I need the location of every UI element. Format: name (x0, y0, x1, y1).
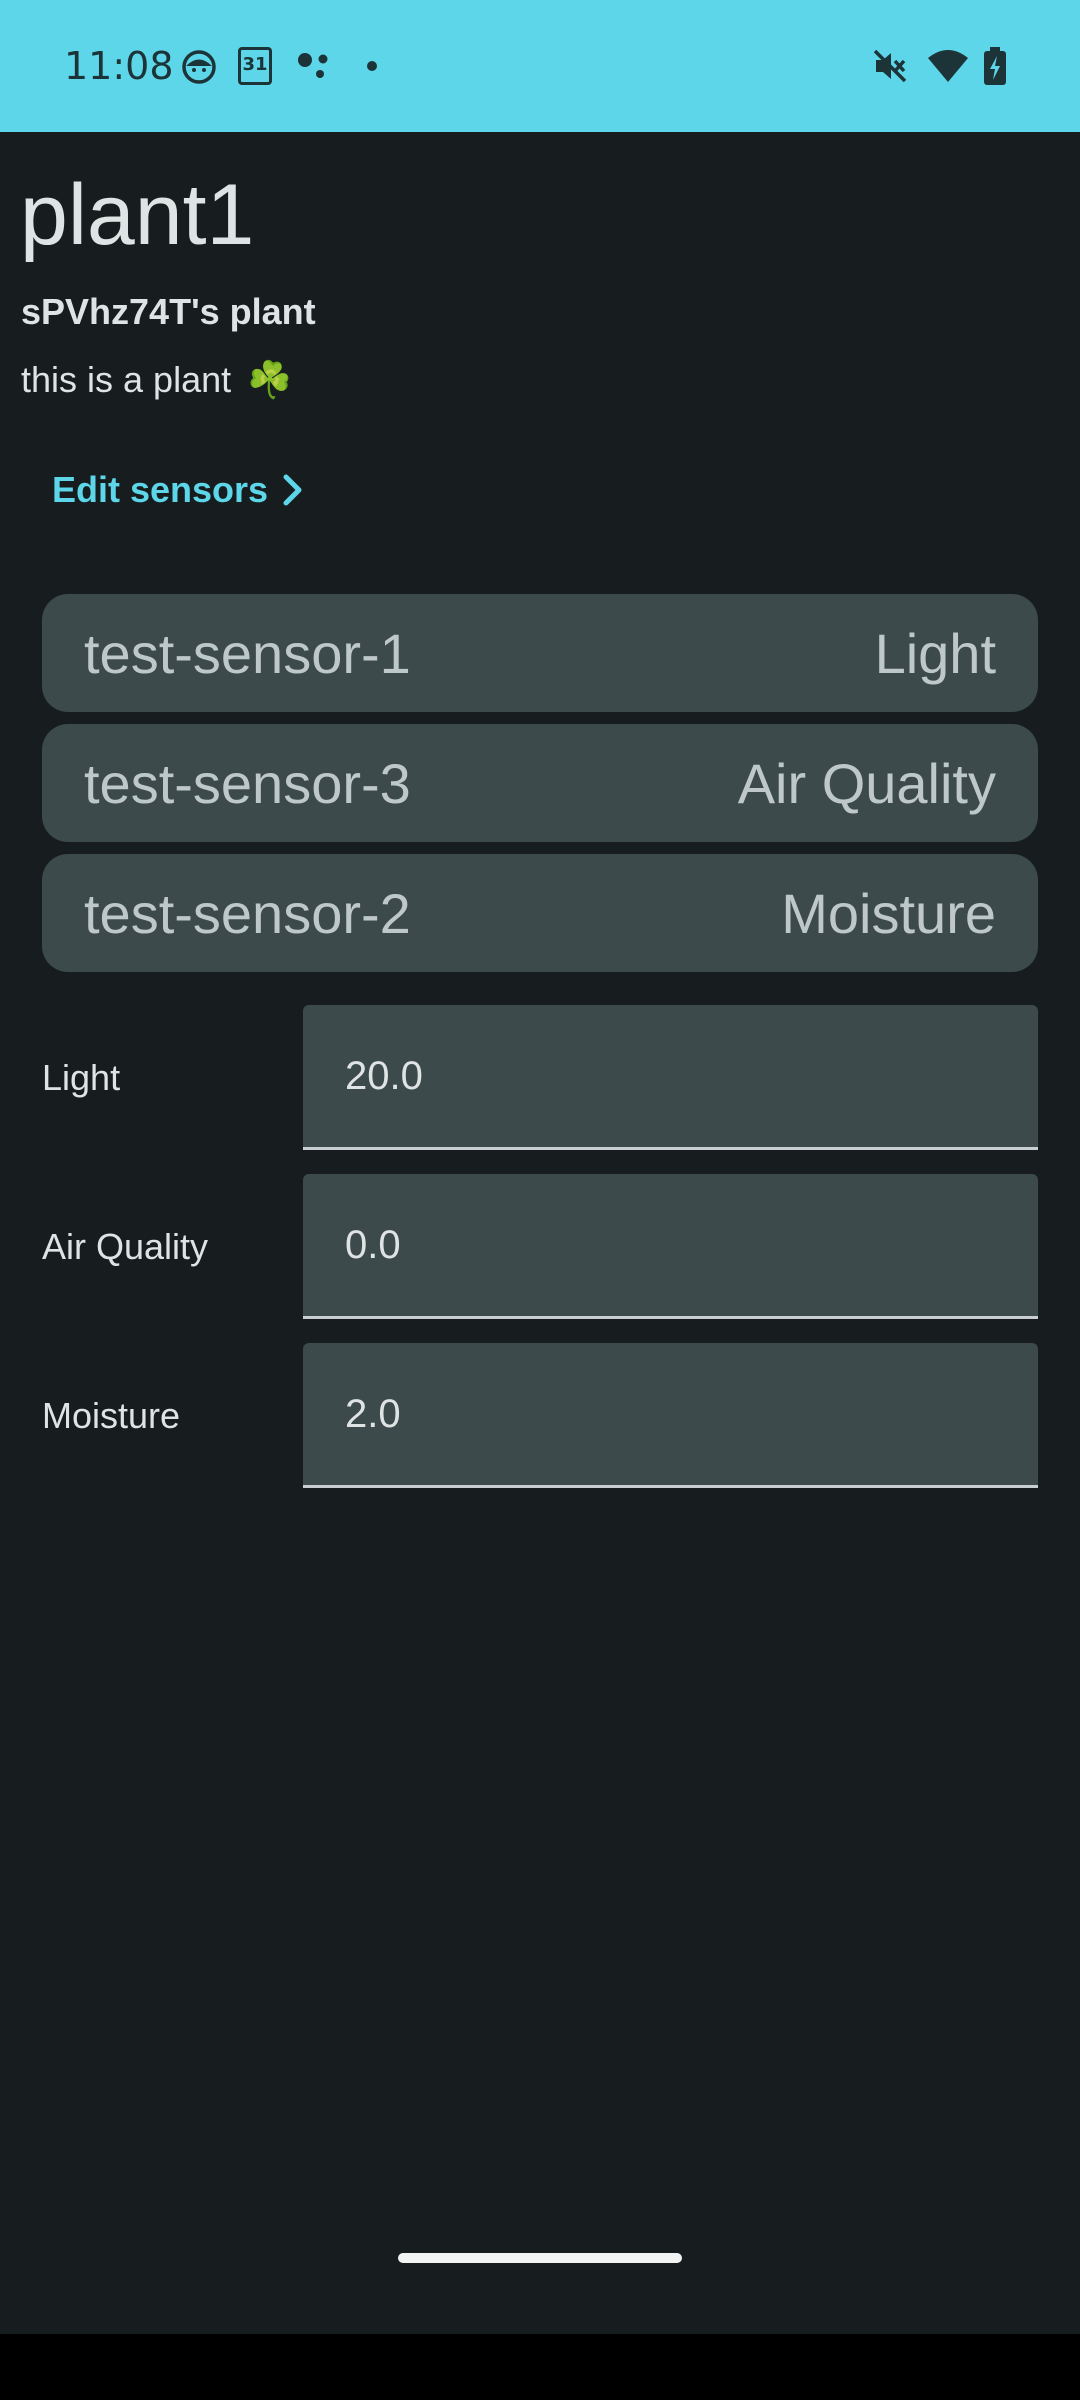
sensor-readings: Light 20.0 Air Quality 0.0 Moisture 2.0 (42, 1005, 1038, 1512)
notification-dot-icon (367, 61, 377, 71)
assistant-dots-icon (298, 53, 328, 78)
mute-icon (873, 49, 907, 83)
reading-row-air-quality: Air Quality 0.0 (42, 1174, 1038, 1319)
reading-label: Moisture (42, 1394, 181, 1436)
calendar-day: 31 (242, 54, 268, 75)
edit-sensors-button[interactable]: Edit sensors (40, 454, 316, 526)
face-icon (182, 50, 216, 84)
home-gesture-handle[interactable] (398, 2253, 682, 2263)
calendar-icon: 31 (238, 47, 272, 85)
sensor-card[interactable]: test-sensor-1 Light (42, 594, 1038, 712)
reading-value: 0.0 (345, 1222, 401, 1267)
sensor-id: test-sensor-2 (84, 881, 411, 945)
navigation-bar (0, 2334, 1080, 2400)
sensor-type: Air Quality (737, 751, 996, 815)
plant-description-text: this is a plant (21, 359, 232, 400)
reading-label: Air Quality (42, 1225, 209, 1267)
status-time: 11:08 (64, 44, 174, 88)
reading-row-light: Light 20.0 (42, 1005, 1038, 1150)
sensor-list: test-sensor-1 Light test-sensor-3 Air Qu… (42, 594, 1038, 984)
reading-row-moisture: Moisture 2.0 (42, 1343, 1038, 1488)
sensor-card[interactable]: test-sensor-3 Air Quality (42, 724, 1038, 842)
sensor-type: Moisture (781, 881, 996, 945)
plant-owner: sPVhz74T's plant (21, 291, 316, 332)
moisture-value-field[interactable]: 2.0 (303, 1343, 1038, 1488)
battery-charging-icon (984, 47, 1006, 85)
status-bar: 11:08 31 (0, 0, 1080, 132)
sensor-type: Light (874, 621, 996, 685)
wifi-icon (928, 50, 968, 82)
chevron-right-icon (283, 474, 302, 506)
plant-description: this is a plant ☘️ (21, 356, 292, 404)
sensor-id: test-sensor-3 (84, 751, 411, 815)
sensor-id: test-sensor-1 (84, 621, 411, 685)
shamrock-icon: ☘️ (247, 359, 292, 400)
reading-value: 20.0 (345, 1053, 423, 1098)
light-value-field[interactable]: 20.0 (303, 1005, 1038, 1150)
air-quality-value-field[interactable]: 0.0 (303, 1174, 1038, 1319)
reading-label: Light (42, 1056, 121, 1098)
plant-name: plant1 (20, 167, 255, 263)
reading-value: 2.0 (345, 1391, 401, 1436)
sensor-card[interactable]: test-sensor-2 Moisture (42, 854, 1038, 972)
edit-sensors-label: Edit sensors (52, 469, 269, 510)
